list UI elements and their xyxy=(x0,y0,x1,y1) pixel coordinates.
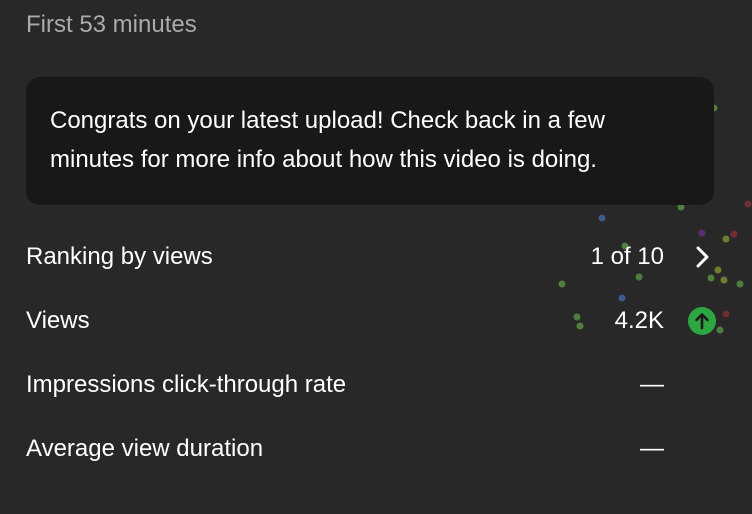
banner-message: Congrats on your latest upload! Check ba… xyxy=(50,107,605,173)
metric-value: — xyxy=(640,371,664,398)
upload-congrats-banner: Congrats on your latest upload! Check ba… xyxy=(26,77,714,205)
metric-label: Average view duration xyxy=(26,435,264,462)
metric-row-views: Views 4.2K xyxy=(26,301,716,341)
metric-value: 1 of 10 xyxy=(590,243,664,270)
metric-label: Ranking by views xyxy=(26,243,213,270)
time-period-label: First 53 minutes xyxy=(26,11,197,38)
arrow-up-circle-icon xyxy=(688,307,716,335)
metric-row-ctr: Impressions click-through rate — xyxy=(26,365,716,405)
metric-row-ranking[interactable]: Ranking by views 1 of 10 xyxy=(26,237,716,277)
metric-value: 4.2K xyxy=(614,307,664,334)
metric-label: Views xyxy=(26,307,90,334)
metric-row-avg-duration: Average view duration — xyxy=(26,429,716,469)
metric-label: Impressions click-through rate xyxy=(26,371,347,398)
metric-value: — xyxy=(640,435,664,462)
chevron-right-icon[interactable] xyxy=(688,243,716,271)
